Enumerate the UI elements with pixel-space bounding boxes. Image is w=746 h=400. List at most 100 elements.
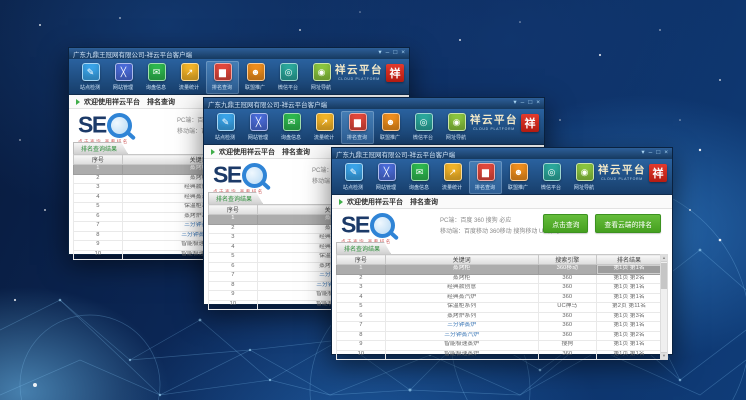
- results-table-wrap: 序号 关键词 搜索引擎 排名结果 1 蒸烤柜 360移动 第1页 第1名: [336, 254, 668, 360]
- toolbar-item-site-navigation[interactable]: ◉ 网址导航: [440, 111, 473, 144]
- close-button[interactable]: ×: [664, 150, 668, 157]
- toolbar-item-rank-query[interactable]: ▆ 排名查询: [341, 111, 374, 144]
- toolbar-item-marketing-platform[interactable]: ◎ 微信平台: [272, 61, 305, 94]
- table-row[interactable]: 9 智能极速蒸炉 搜狗 第1页 第1名: [337, 341, 662, 351]
- close-button[interactable]: ×: [401, 50, 405, 57]
- header-keyword: 关键词: [385, 255, 538, 265]
- green-arrow-icon: [211, 149, 215, 155]
- tab-rank-results[interactable]: 排名查询结果: [336, 242, 391, 254]
- site-manage-icon: ╳: [115, 63, 133, 81]
- toolbar-item-traffic-stats[interactable]: ↗ 流量统计: [173, 61, 206, 94]
- brand-subtitle: CLOUD PLATFORM: [470, 127, 518, 131]
- close-button[interactable]: ×: [536, 100, 540, 107]
- brand-subtitle: CLOUD PLATFORM: [598, 177, 646, 181]
- window-title: 广东九鼎王冠网有限公司-祥云平台客户端: [336, 149, 637, 159]
- window-titlebar[interactable]: 广东九鼎王冠网有限公司-祥云平台客户端 ▾ – □ ×: [332, 148, 672, 159]
- toolbar-item-site-manage[interactable]: ╳ 网站管理: [370, 161, 403, 194]
- toolbar-item-site-navigation[interactable]: ◉ 网址导航: [568, 161, 601, 194]
- toolbar-item-marketing-platform[interactable]: ◎ 微信平台: [535, 161, 568, 194]
- main-toolbar: ✎ 站点检测 ╳ 网站管理 ✉ 询盘信息 ↗ 流量统计 ▆ 排名查询 ☻ 联盟推…: [332, 159, 672, 195]
- table-body: 1 蒸烤柜 360移动 第1页 第1名 2 蒸烤柜 360 第1页 第2名 3 …: [337, 265, 662, 360]
- menu-button[interactable]: ▾: [378, 50, 381, 57]
- maximize-button[interactable]: □: [656, 150, 660, 157]
- scroll-up-icon[interactable]: ▲: [661, 255, 667, 262]
- brand-area: 祥云平台 CLOUD PLATFORM 祥: [335, 64, 404, 82]
- rank-query-icon: ▆: [349, 113, 367, 131]
- table-header-row: 序号 关键词 搜索引擎 排名结果: [337, 255, 662, 265]
- toolbar-item-marketing-platform[interactable]: ◎ 微信平台: [407, 111, 440, 144]
- tab-rank-results[interactable]: 排名查询结果: [73, 142, 128, 154]
- table-row[interactable]: 1 蒸烤柜 360移动 第1页 第1名: [337, 265, 662, 275]
- toolbar-item-inquiry-info[interactable]: ✉ 询盘信息: [403, 161, 436, 194]
- menu-button[interactable]: ▾: [513, 100, 516, 107]
- toolbar-item-traffic-stats[interactable]: ↗ 流量统计: [308, 111, 341, 144]
- rank-query-icon: ▆: [477, 163, 495, 181]
- scroll-down-icon[interactable]: ▼: [661, 352, 667, 359]
- header-engine: 搜索引擎: [538, 255, 597, 265]
- window-titlebar[interactable]: 广东九鼎王冠网有限公司-祥云平台客户端 ▾ – □ ×: [69, 48, 409, 59]
- toolbar-item-traffic-stats[interactable]: ↗ 流量统计: [436, 161, 469, 194]
- traffic-stats-icon: ↗: [181, 63, 199, 81]
- toolbar-item-site-check[interactable]: ✎ 站点检测: [209, 111, 242, 144]
- toolbar-item-rank-query[interactable]: ▆ 排名查询: [206, 61, 239, 94]
- toolbar-item-rank-query[interactable]: ▆ 排名查询: [469, 161, 502, 194]
- table-scrollbar[interactable]: ▲ ▼: [660, 254, 668, 360]
- welcome-text: 欢迎使用祥云平台: [347, 197, 403, 207]
- minimize-button[interactable]: –: [521, 100, 525, 107]
- view-cloud-rank-button[interactable]: 查看云端的排名: [595, 214, 661, 233]
- window-title: 广东九鼎王冠网有限公司-祥云平台客户端: [73, 49, 374, 59]
- section-title: 排名查询: [282, 147, 310, 157]
- toolbar-item-site-navigation[interactable]: ◉ 网址导航: [305, 61, 338, 94]
- toolbar-item-alliance-promo[interactable]: ☻ 联盟推广: [502, 161, 535, 194]
- inquiry-info-icon: ✉: [148, 63, 166, 81]
- results-table: 序号 关键词 搜索引擎 排名结果 1 蒸烤柜 360移动 第1页 第1名: [336, 254, 662, 360]
- minimize-button[interactable]: –: [649, 150, 653, 157]
- window-controls: ▾ – □ ×: [637, 150, 668, 157]
- green-arrow-icon: [76, 99, 80, 105]
- table-row[interactable]: 3 经典款创意 360 第1页 第1名: [337, 284, 662, 294]
- action-buttons: 点击查询 查看云端的排名: [543, 214, 661, 233]
- tab-rank-results[interactable]: 排名查询结果: [208, 192, 263, 204]
- toolbar-item-inquiry-info[interactable]: ✉ 询盘信息: [275, 111, 308, 144]
- content-area: SE 点击查询 查看排名 PC端：百度 360 搜狗 必应 移动端：百度移动 3…: [332, 209, 672, 354]
- toolbar-item-site-check[interactable]: ✎ 站点检测: [74, 61, 107, 94]
- header-no: 序号: [74, 155, 123, 165]
- toolbar-item-site-check[interactable]: ✎ 站点检测: [337, 161, 370, 194]
- toolbar-item-alliance-promo[interactable]: ☻ 联盟推广: [374, 111, 407, 144]
- table-row[interactable]: 7 三分钟蒸炉 360 第1页 第1名: [337, 322, 662, 332]
- toolbar-item-inquiry-info[interactable]: ✉ 询盘信息: [140, 61, 173, 94]
- seo-logo: SE 点击查询 查看排名: [78, 113, 132, 145]
- seo-logo: SE 点击查询 查看排名: [341, 213, 395, 245]
- section-title: 排名查询: [410, 197, 438, 207]
- toolbar-item-site-manage[interactable]: ╳ 网站管理: [242, 111, 275, 144]
- table-row[interactable]: 2 蒸烤柜 360 第1页 第2名: [337, 274, 662, 284]
- table-row[interactable]: 5 保温柜系列 UC神马 第2页 第11名: [337, 303, 662, 313]
- welcome-text: 欢迎使用祥云平台: [84, 97, 140, 107]
- main-toolbar: ✎ 站点检测 ╳ 网站管理 ✉ 询盘信息 ↗ 流量统计 ▆ 排名查询 ☻ 联盟推…: [69, 59, 409, 95]
- inquiry-info-icon: ✉: [283, 113, 301, 131]
- welcome-bar: 欢迎使用祥云平台 排名查询: [332, 195, 672, 209]
- brand-subtitle: CLOUD PLATFORM: [335, 77, 383, 81]
- app-window-front: 广东九鼎王冠网有限公司-祥云平台客户端 ▾ – □ × ✎ 站点检测 ╳ 网站管…: [331, 147, 673, 355]
- brand-name: 祥云平台: [335, 65, 383, 76]
- window-titlebar[interactable]: 广东九鼎王冠网有限公司-祥云平台客户端 ▾ – □ ×: [204, 98, 544, 109]
- table-row[interactable]: 10 智能极速蒸炉 360 第1页 第1名: [337, 350, 662, 360]
- toolbar-item-alliance-promo[interactable]: ☻ 联盟推广: [239, 61, 272, 94]
- site-manage-icon: ╳: [378, 163, 396, 181]
- maximize-button[interactable]: □: [393, 50, 397, 57]
- window-controls: ▾ – □ ×: [509, 100, 540, 107]
- header-no: 序号: [337, 255, 386, 265]
- header-no: 序号: [209, 205, 258, 215]
- query-button[interactable]: 点击查询: [543, 214, 588, 233]
- menu-button[interactable]: ▾: [641, 150, 644, 157]
- green-arrow-icon: [339, 199, 343, 205]
- table-row[interactable]: 6 蒸烤炉系列 360 第1页 第3名: [337, 312, 662, 322]
- maximize-button[interactable]: □: [528, 100, 532, 107]
- table-row[interactable]: 8 三分钟蒸汽炉 360 第1页 第2名: [337, 331, 662, 341]
- seo-logo: SE 点击查询 查看排名: [213, 163, 267, 195]
- scrollbar-thumb[interactable]: [661, 263, 667, 289]
- engine-list: PC端：百度 360 搜狗 必应 移动端：百度移动 360移动 搜狗移动 UC神…: [440, 216, 560, 239]
- table-row[interactable]: 4 经典蒸汽炉 360 第1页 第1名: [337, 293, 662, 303]
- minimize-button[interactable]: –: [386, 50, 390, 57]
- toolbar-item-site-manage[interactable]: ╳ 网站管理: [107, 61, 140, 94]
